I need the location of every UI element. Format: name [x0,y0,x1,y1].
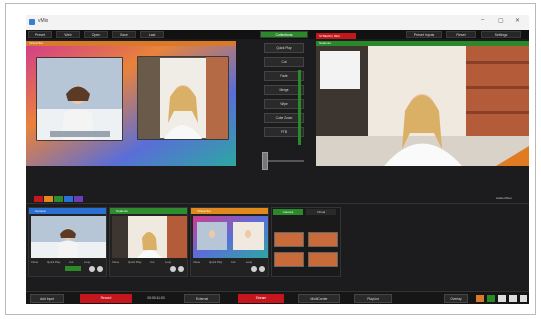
input-virtual-set-settings-icon[interactable] [259,266,265,272]
input-students-title: Students [110,208,187,214]
layout-icon[interactable] [476,295,484,302]
input-students-settings-icon[interactable] [178,266,184,272]
preview-pane[interactable]: Virtual Set [26,41,236,166]
menu-preset-button[interactable]: Preset [28,31,52,38]
menu-save-button[interactable]: Save [112,31,136,38]
input-camera-quickplay[interactable]: Quick Play [47,260,60,264]
menu-web-button[interactable]: Web [56,31,80,38]
playlist-button[interactable]: PlayList [354,294,392,303]
preset-thumb-1[interactable] [274,232,304,247]
input-camera-close[interactable]: Close [31,260,38,264]
external-button[interactable]: External [184,294,220,303]
divider [26,203,529,204]
input-camera-audio-button[interactable] [65,266,81,271]
input-students-close[interactable]: Close [112,260,119,264]
record-button[interactable]: Record [80,294,132,303]
color-swatch-purple[interactable] [74,196,83,202]
audio-mixer-label[interactable]: Audio Mixer [496,196,512,200]
minimize-icon[interactable]: – [481,17,484,23]
stream-button[interactable]: Stream [238,294,284,303]
input-students[interactable]: Students Close Quick Play Cut Loop [109,207,188,277]
t-bar-handle[interactable] [262,152,268,170]
app-logo-icon [29,19,35,25]
color-swatch-blue[interactable] [64,196,73,202]
input-camera-cut[interactable]: Cut [69,260,73,264]
t-bar-track [264,160,304,162]
record-time: 00:00:11:03 [147,296,165,300]
preset-thumb-3[interactable] [274,252,304,267]
preview-image [26,41,236,166]
input-virtual-set-loop[interactable]: Loop [246,260,252,264]
preset-thumb-4[interactable] [308,252,338,267]
input-virtual-set[interactable]: Virtual Set Close Quick Play Cut Loop [190,207,269,277]
maximize-icon[interactable]: ▢ [498,17,504,24]
color-swatch-red[interactable] [34,196,43,202]
collections-button[interactable]: Collections [260,31,308,38]
input-virtual-set-title: Virtual Set [191,208,268,214]
virtual-set-picker: Camera Virtual [271,207,341,277]
fullscreen-icon[interactable] [520,295,527,302]
quick-play-button[interactable]: Quick Play [264,43,304,53]
input-camera-gear-icon[interactable] [89,266,95,272]
add-input-button[interactable]: Add Input [30,294,64,303]
input-virtual-set-thumbnail [193,216,268,258]
menu-open-button[interactable]: Open [84,31,108,38]
settings-button[interactable]: Settings [481,31,521,38]
preset-thumb-2[interactable] [308,232,338,247]
preview-label: Virtual Set [26,41,236,46]
input-camera-thumbnail [31,216,106,258]
app-window: vMix – ▢ ✕ Preset Web Open Save Last Col… [26,15,529,304]
window-title: vMix [38,18,49,24]
input-virtual-set-cut[interactable]: Cut [231,260,235,264]
output-image [316,41,529,166]
stream-rec-status: STREAM | REC [316,33,356,39]
close-icon[interactable]: ✕ [515,17,520,24]
cut-button[interactable]: Cut [264,57,304,67]
input-students-cut[interactable]: Cut [150,260,154,264]
color-swatch-green[interactable] [54,196,63,202]
input-camera-title: Camera [29,208,106,214]
input-students-quickplay[interactable]: Quick Play [128,260,141,264]
input-virtual-set-quickplay[interactable]: Quick Play [209,260,222,264]
color-swatch-orange[interactable] [44,196,53,202]
reset-button[interactable]: Reset [446,31,476,38]
input-students-gear-icon[interactable] [170,266,176,272]
title-bar: vMix – ▢ ✕ [26,15,529,30]
overlay-button[interactable]: Overlay [444,294,468,303]
window-icon[interactable] [509,295,517,302]
tab-camera[interactable]: Camera [273,209,303,215]
tab-virtual[interactable]: Virtual [306,209,336,215]
input-students-thumbnail [112,216,187,258]
input-virtual-set-gear-icon[interactable] [251,266,257,272]
output-pane: Students [316,41,529,166]
input-camera-loop[interactable]: Loop [84,260,90,264]
grid-icon[interactable] [487,295,495,302]
menu-bar: Preset Web Open Save Last Collections Pr… [26,30,529,39]
input-camera[interactable]: Camera Close Quick Play Cut Loop [28,207,107,277]
multicorder-button[interactable]: MultiCorder [298,294,340,303]
menu-last-button[interactable]: Last [140,31,164,38]
preset-inputs-button[interactable]: Preset Inputs [406,31,442,38]
input-camera-settings-icon[interactable] [97,266,103,272]
output-label: Students [316,41,529,46]
input-students-loop[interactable]: Loop [165,260,171,264]
multiview-icon[interactable] [498,295,506,302]
input-virtual-set-close[interactable]: Close [193,260,200,264]
transition-level-bar [298,70,301,145]
status-bar: Add Input Record 00:00:11:03 External St… [26,291,529,304]
